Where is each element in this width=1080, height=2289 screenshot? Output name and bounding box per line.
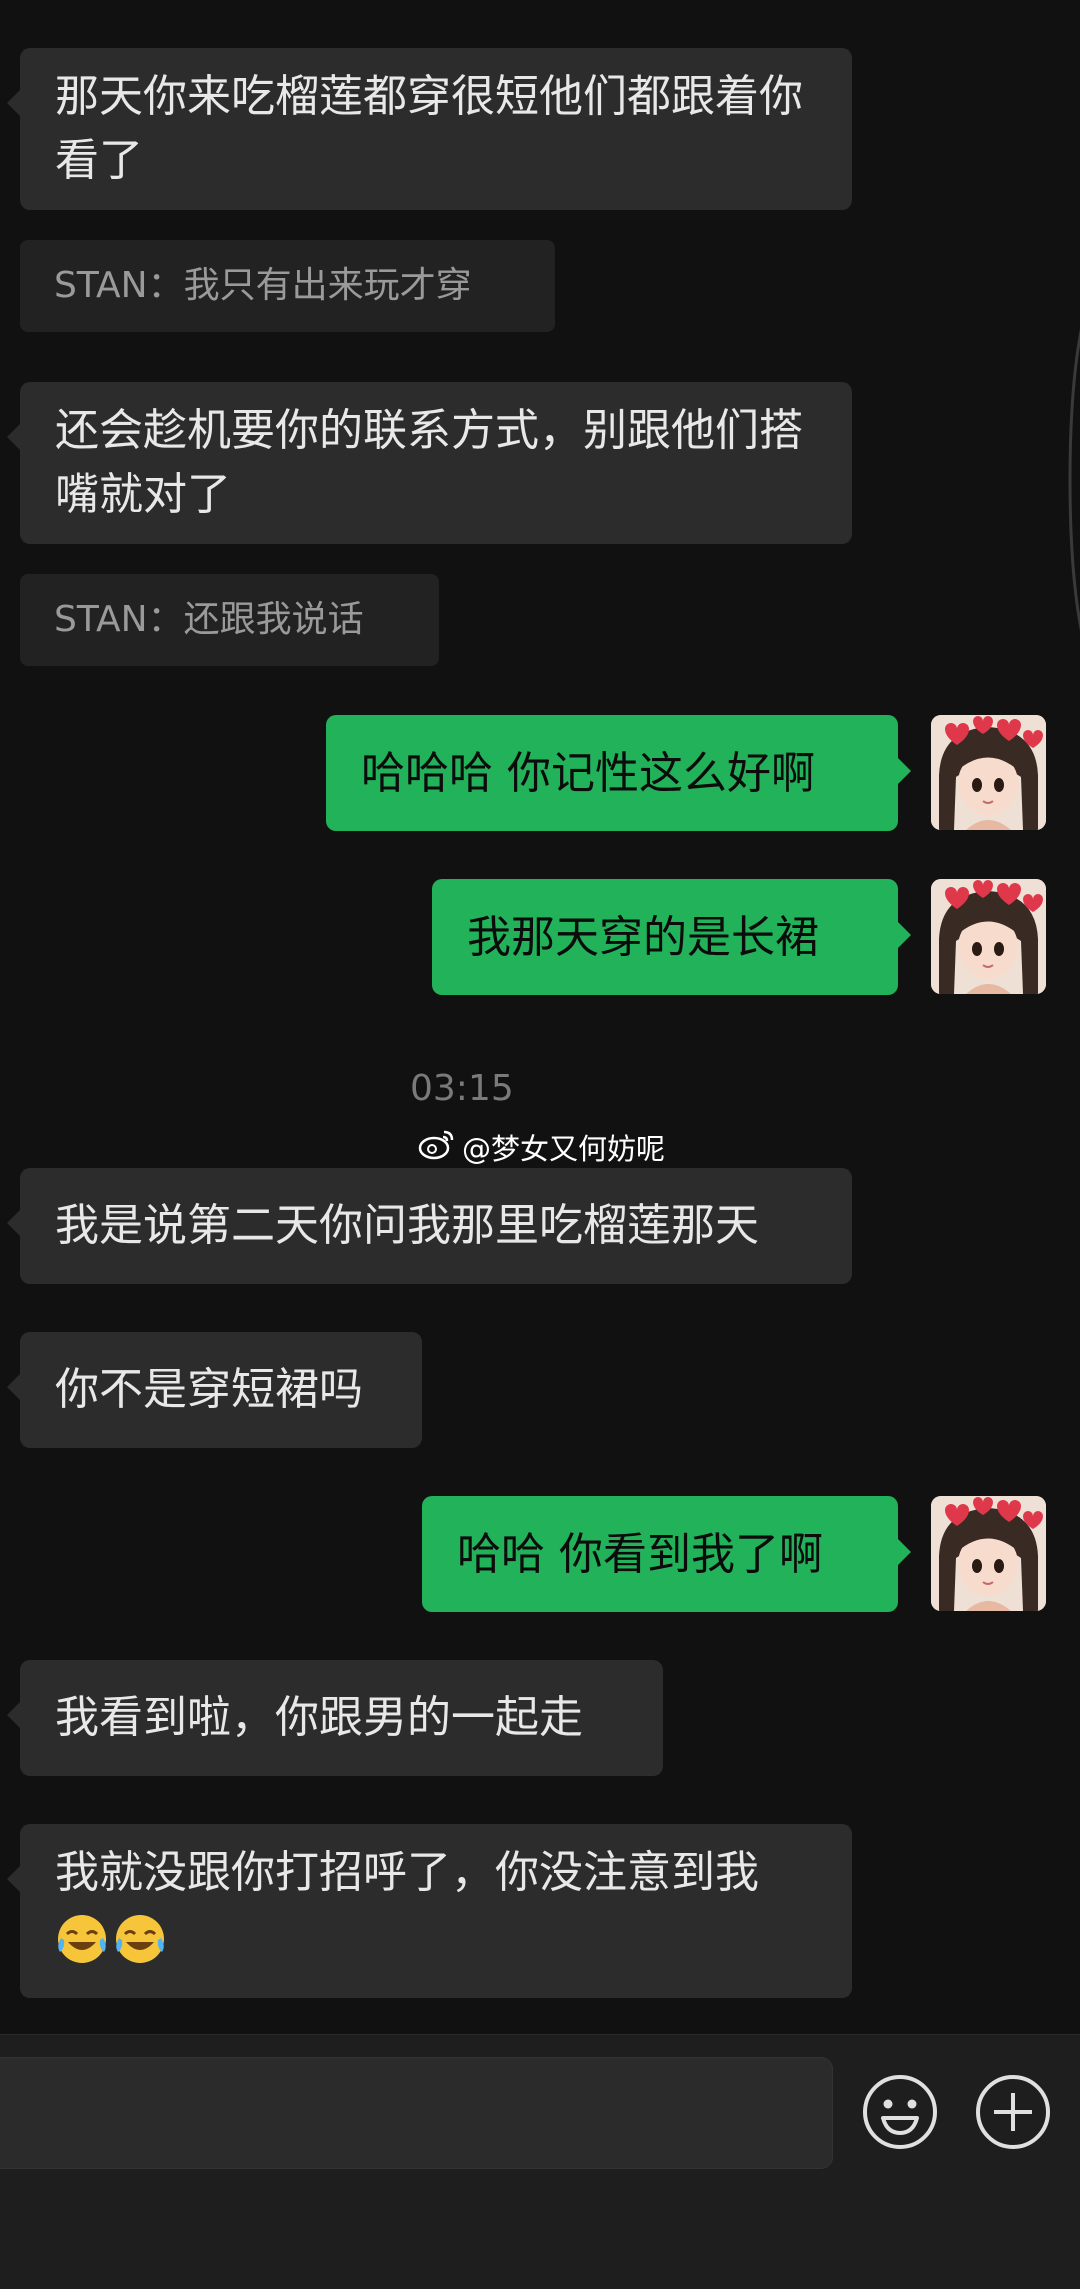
avatar[interactable]	[931, 1496, 1046, 1611]
laughing-crying-emoji	[55, 1912, 109, 1966]
input-bar	[0, 2034, 1080, 2289]
avatar[interactable]	[931, 715, 1046, 830]
message-text: 那天你来吃榴莲都穿很短他们都跟着你看了	[55, 71, 803, 186]
message-incoming[interactable]: 我看到啦，你跟男的一起走	[7, 1660, 663, 1776]
message-incoming[interactable]: 我就没跟你打招呼了，你没注意到我	[7, 1824, 852, 1998]
watermark-text: @梦女又何妨呢	[462, 1132, 666, 1166]
add-button[interactable]	[974, 2073, 1052, 2151]
message-outgoing[interactable]: 哈哈哈 你记性这么好啊	[326, 715, 911, 831]
message-text: 我那天穿的是长裙	[467, 912, 819, 963]
weibo-icon	[418, 1128, 456, 1167]
message-text: 哈哈哈 你记性这么好啊	[361, 748, 815, 799]
quote-text: STAN：我只有出来玩才穿	[54, 265, 472, 306]
message-text: 你不是穿短裙吗	[55, 1364, 363, 1415]
smiley-icon	[863, 2075, 937, 2149]
avatar[interactable]	[931, 879, 1046, 994]
message-incoming[interactable]: 我是说第二天你问我那里吃榴莲那天	[7, 1168, 852, 1284]
quoted-reply[interactable]: STAN：我只有出来玩才穿	[20, 240, 555, 332]
plus-circle-icon	[976, 2075, 1050, 2149]
message-incoming[interactable]: 那天你来吃榴莲都穿很短他们都跟着你看了	[7, 48, 852, 210]
message-text: 我就没跟你打招呼了，你没注意到我	[55, 1847, 759, 1898]
message-input[interactable]	[0, 2057, 833, 2169]
message-incoming[interactable]: 还会趁机要你的联系方式，别跟他们搭嘴就对了	[7, 382, 852, 544]
watermark: @梦女又何妨呢	[418, 1126, 665, 1168]
timestamp: 03:15	[410, 1068, 514, 1109]
message-text: 我是说第二天你问我那里吃榴莲那天	[55, 1200, 759, 1251]
message-text: 我看到啦，你跟男的一起走	[55, 1692, 583, 1743]
quote-text: STAN：还跟我说话	[54, 599, 364, 640]
emoji-button[interactable]	[861, 2073, 939, 2151]
quoted-reply[interactable]: STAN：还跟我说话	[20, 574, 439, 666]
message-text: 哈哈 你看到我了啊	[457, 1529, 823, 1580]
screen-edge-curve	[1068, 328, 1080, 632]
message-incoming[interactable]: 你不是穿短裙吗	[7, 1332, 422, 1448]
laughing-crying-emoji	[113, 1912, 167, 1966]
chat-area[interactable]: 那天你来吃榴莲都穿很短他们都跟着你看了 STAN：我只有出来玩才穿 还会趁机要你…	[0, 0, 1080, 2034]
message-outgoing[interactable]: 我那天穿的是长裙	[432, 879, 911, 995]
message-outgoing[interactable]: 哈哈 你看到我了啊	[422, 1496, 911, 1612]
message-text: 还会趁机要你的联系方式，别跟他们搭嘴就对了	[55, 405, 803, 520]
